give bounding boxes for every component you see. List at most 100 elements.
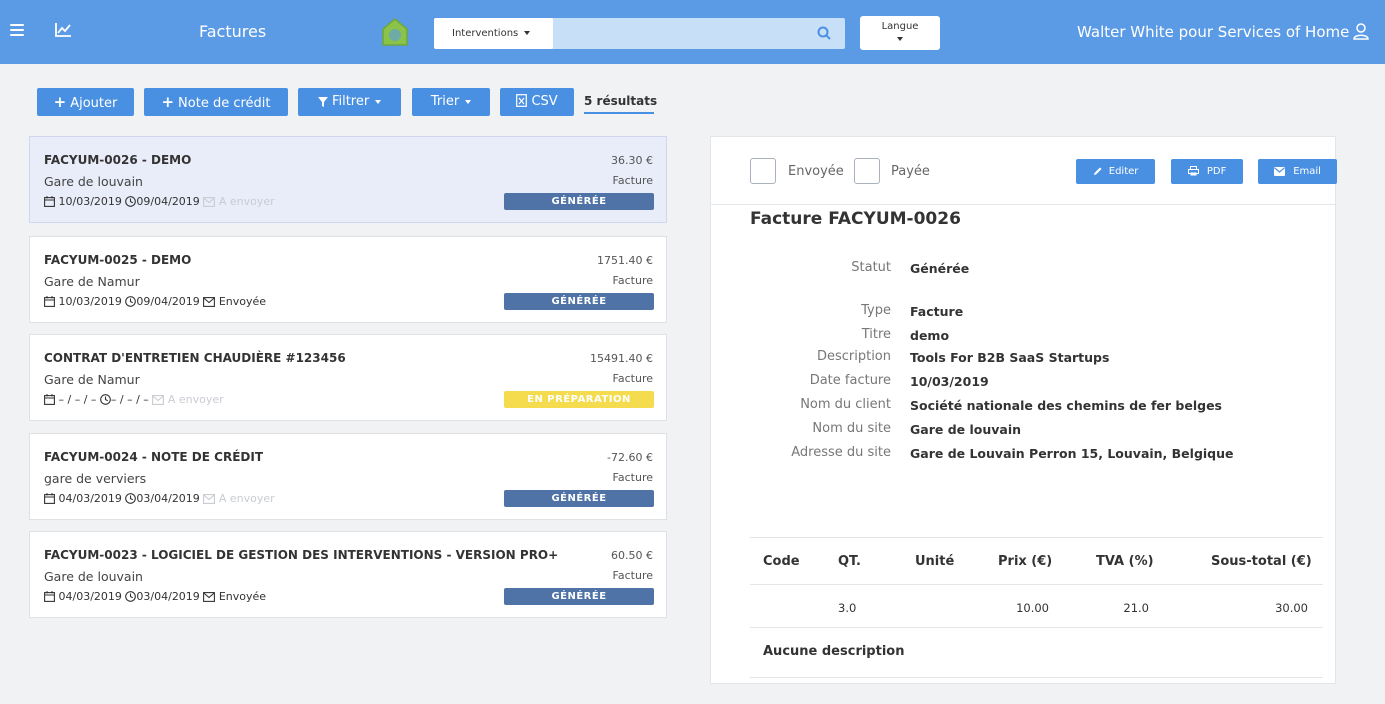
table-header-cell: QT. <box>838 554 861 569</box>
csv-button-label: CSV <box>531 94 558 109</box>
due-date: 09/04/2019 <box>125 195 200 208</box>
spreadsheet-file-icon <box>516 94 528 107</box>
no-description-text: Aucune description <box>763 644 905 659</box>
search-icon[interactable] <box>817 26 831 40</box>
table-cell: 10.00 <box>1016 601 1049 615</box>
user-icon[interactable] <box>1352 22 1370 40</box>
table-cell: 3.0 <box>838 601 857 615</box>
calendar-icon <box>44 394 55 405</box>
table-header-cell: Code <box>763 554 800 569</box>
hamburger-menu-icon[interactable] <box>10 24 24 38</box>
clock-icon <box>125 196 137 207</box>
email-button[interactable]: Email <box>1258 159 1337 184</box>
invoice-amount: 1751.40 € <box>597 254 653 267</box>
due-date: 09/04/2019 <box>125 295 200 308</box>
search-input[interactable] <box>553 18 815 49</box>
invoice-card[interactable]: FACYUM-0024 - NOTE DE CRÉDIT gare de verv… <box>29 433 667 520</box>
invoice-card-title: FACYUM-0023 - LOGICIEL DE GESTION DES IN… <box>44 548 559 562</box>
result-count: 5 résultats <box>584 94 658 108</box>
chevron-down-icon <box>465 99 472 104</box>
invoice-card-title: FACYUM-0024 - NOTE DE CRÉDIT <box>44 450 263 464</box>
field-value: Tools For B2B SaaS Startups <box>910 350 1110 365</box>
status-label: Statut <box>851 260 891 275</box>
field-value: Gare de Louvain Perron 15, Louvain, Belg… <box>910 446 1234 461</box>
status-badge: GÉNÉRÉE <box>504 588 654 605</box>
pdf-button-label: PDF <box>1206 166 1227 177</box>
invoice-card[interactable]: FACYUM-0025 - DEMO Gare de Namur 10/03/20… <box>29 236 667 323</box>
invoice-amount: 36.30 € <box>611 154 653 167</box>
status-badge: GÉNÉRÉE <box>504 193 654 210</box>
table-cell: 21.0 <box>1123 601 1149 615</box>
credit-note-button-label: Note de crédit <box>178 96 271 111</box>
invoice-card-site: gare de verviers <box>44 471 147 486</box>
table-header-cell: TVA (%) <box>1096 554 1154 569</box>
field-label: Description <box>816 349 891 364</box>
chevron-down-icon <box>897 37 903 41</box>
send-status: A envoyer <box>152 393 224 406</box>
pencil-icon <box>1093 167 1102 175</box>
field-label: Adresse du site <box>791 445 891 460</box>
page-title: Factures <box>199 22 267 41</box>
invoice-card-dates: 10/03/2019 09/04/2019 Envoyée <box>44 295 266 308</box>
envelope-icon <box>203 197 216 207</box>
edit-button-label: Editer <box>1108 166 1139 177</box>
table-header-border <box>750 584 1323 585</box>
invoice-type: Facture <box>612 471 653 484</box>
invoice-card-site: Gare de louvain <box>44 569 143 584</box>
user-name[interactable]: Walter White pour Services of Home <box>1077 23 1349 41</box>
detail-header: Envoyée Payée Editer PDF Email <box>711 137 1337 205</box>
add-button[interactable]: + Ajouter <box>37 88 134 116</box>
envelope-icon <box>203 494 216 504</box>
chart-icon[interactable] <box>54 22 72 38</box>
invoice-type: Facture <box>612 174 653 187</box>
invoice-type: Facture <box>612 274 653 287</box>
invoice-card-title: CONTRAT D'ENTRETIEN CHAUDIÈRE #123456 <box>44 351 346 365</box>
sent-checkbox[interactable] <box>750 158 776 184</box>
table-header-cell: Prix (€) <box>998 554 1053 569</box>
invoice-type: Facture <box>612 372 653 385</box>
invoice-date: 04/03/2019 <box>44 590 122 603</box>
clock-icon <box>125 493 137 504</box>
home-logo-icon[interactable] <box>381 17 409 47</box>
due-date: – / – / – <box>100 393 149 406</box>
search-scope-label: Interventions <box>452 28 519 39</box>
calendar-icon <box>44 591 55 602</box>
invoice-card-dates: 10/03/2019 09/04/2019 A envoyer <box>44 195 275 208</box>
pdf-button[interactable]: PDF <box>1171 159 1243 184</box>
csv-export-button[interactable]: CSV <box>500 88 574 116</box>
invoice-card-site: Gare de Namur <box>44 274 140 289</box>
invoice-date: 04/03/2019 <box>44 492 122 505</box>
field-label: Nom du client <box>800 397 891 412</box>
invoice-type: Facture <box>612 569 653 582</box>
credit-note-button[interactable]: + Note de crédit <box>144 88 288 116</box>
sort-button-label: Trier <box>430 94 460 109</box>
field-label: Nom du site <box>812 421 891 436</box>
calendar-icon <box>44 296 55 307</box>
edit-button[interactable]: Editer <box>1076 159 1155 184</box>
invoice-card[interactable]: FACYUM-0023 - LOGICIEL DE GESTION DES IN… <box>29 531 667 618</box>
filter-button[interactable]: Filtrer <box>298 88 401 116</box>
language-label: Langue <box>881 21 919 32</box>
envelope-icon <box>203 592 216 602</box>
status-badge: GÉNÉRÉE <box>504 490 654 507</box>
clock-icon <box>125 296 137 307</box>
invoice-date: – / – / – <box>44 393 96 406</box>
field-value: Société nationale des chemins de fer bel… <box>910 398 1222 413</box>
paid-checkbox[interactable] <box>854 158 880 184</box>
field-value: 10/03/2019 <box>910 374 989 389</box>
field-label: Titre <box>861 327 891 342</box>
language-dropdown[interactable]: Langue <box>860 16 940 50</box>
invoice-card[interactable]: FACYUM-0026 - DEMO Gare de louvain 10/03/… <box>29 136 667 223</box>
search-bar: Interventions <box>434 18 845 49</box>
search-scope-dropdown[interactable]: Interventions <box>434 18 553 49</box>
table-row-border <box>750 627 1323 628</box>
sent-checkbox-label: Envoyée <box>788 164 844 179</box>
filter-button-label: Filtrer <box>331 94 370 109</box>
table-top-border <box>750 537 1323 538</box>
sort-button[interactable]: Trier <box>412 88 490 116</box>
table-bottom-border <box>750 677 1323 678</box>
top-navigation-bar: Factures Interventions Langue Walter Whi… <box>0 0 1385 64</box>
plus-icon: + <box>53 93 67 111</box>
invoice-card[interactable]: CONTRAT D'ENTRETIEN CHAUDIÈRE #123456 Gar… <box>29 334 667 421</box>
calendar-icon <box>44 196 55 207</box>
